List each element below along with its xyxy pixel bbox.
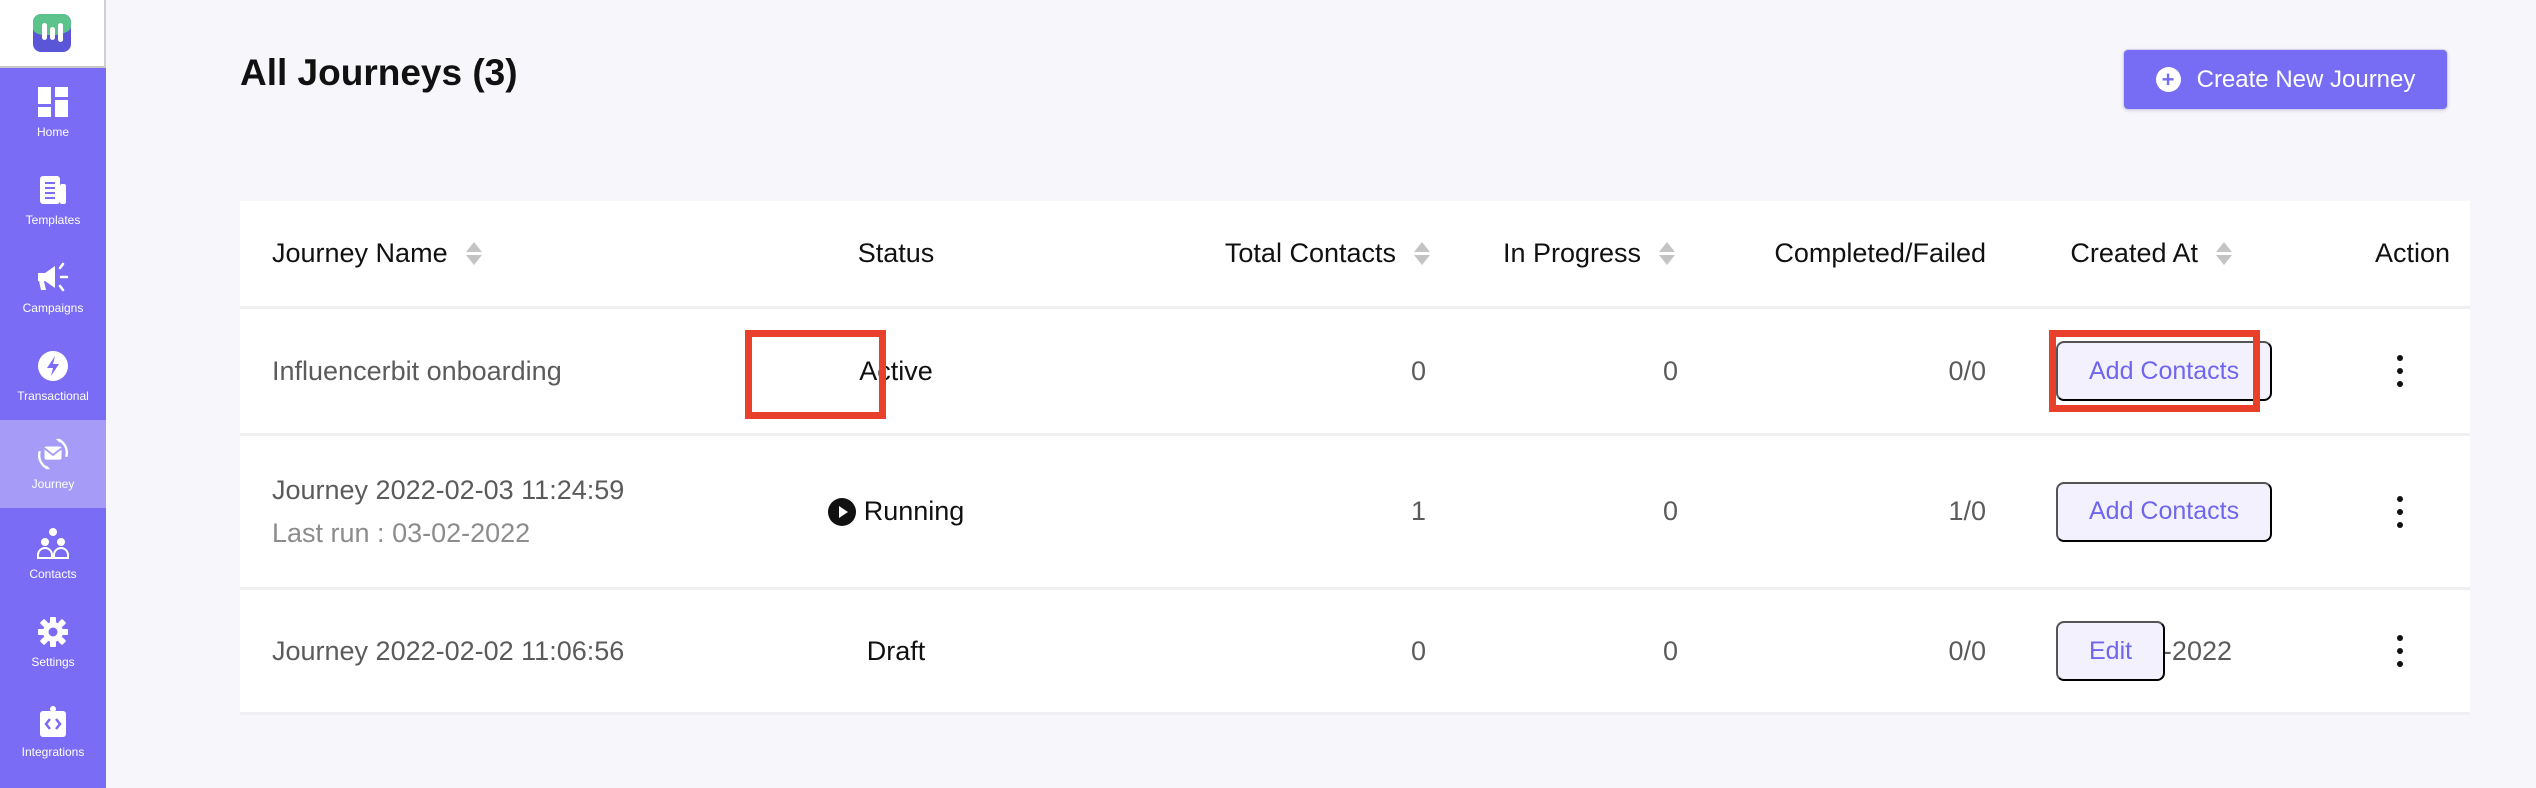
sidebar-item-label: Campaigns — [22, 301, 84, 315]
in-progress: 0 — [1662, 496, 1678, 526]
sidebar-item-label: Contacts — [29, 567, 77, 581]
gear-icon — [36, 615, 70, 649]
contacts-icon — [36, 527, 70, 561]
completed-failed: 1/0 — [1948, 496, 1986, 526]
app-logo[interactable] — [33, 14, 71, 52]
sidebar-item-label: Home — [36, 125, 69, 139]
plus-circle-icon: + — [2155, 67, 2181, 92]
sidebar-item-label: Integrations — [21, 745, 85, 759]
in-progress: 0 — [1662, 635, 1678, 666]
sidebar-item-templates[interactable]: Templates — [0, 156, 106, 244]
total-contacts: 0 — [1410, 635, 1426, 666]
in-progress: 0 — [1662, 355, 1678, 386]
more-options-icon[interactable] — [2388, 351, 2412, 391]
total-contacts: 0 — [1410, 355, 1426, 386]
sidebar-item-contacts[interactable]: Contacts — [0, 510, 106, 598]
sidebar-item-label: Settings — [31, 655, 75, 669]
sort-icon[interactable] — [465, 242, 482, 265]
more-options-icon[interactable] — [2388, 631, 2412, 671]
create-new-journey-button[interactable]: + Create New Journey — [2123, 49, 2448, 110]
templates-icon — [36, 173, 70, 207]
add-contacts-button[interactable]: Add Contacts — [2056, 481, 2273, 542]
create-new-journey-label: Create New Journey — [2196, 65, 2416, 93]
dashboard-icon — [36, 85, 70, 119]
table-row[interactable]: Journey 2022-02-03 11:24:59 Last run : 0… — [240, 436, 2470, 590]
table-header-row: Journey Name Status Total Contacts In Pr… — [240, 201, 2470, 309]
sidebar-item-transactional[interactable]: Transactional — [0, 332, 106, 420]
sort-icon[interactable] — [2216, 242, 2232, 265]
megaphone-icon — [36, 261, 70, 295]
journey-mail-icon — [36, 437, 70, 471]
journey-name[interactable]: Journey 2022-02-02 11:06:56 — [272, 590, 624, 712]
sidebar-item-campaigns[interactable]: Campaigns — [0, 244, 106, 332]
column-header-created-at[interactable]: Created At — [1822, 201, 2232, 306]
more-options-icon[interactable] — [2388, 492, 2412, 532]
completed-failed: 0/0 — [1948, 355, 1986, 386]
sidebar-item-label: Transactional — [17, 389, 89, 403]
column-header-action: Action — [2374, 238, 2450, 268]
sidebar-item-journey[interactable]: Journey — [0, 420, 106, 508]
journeys-table: Journey Name Status Total Contacts In Pr… — [240, 201, 2470, 715]
table-row[interactable]: Influencerbit onboarding Active 0 0 0/0 … — [240, 309, 2470, 436]
play-circle-icon — [827, 497, 856, 526]
journey-name[interactable]: Influencerbit onboarding — [272, 309, 562, 433]
lightning-icon — [36, 349, 70, 383]
column-header-journey-name[interactable]: Journey Name — [272, 201, 482, 306]
last-run-text: Last run : 03-02-2022 — [272, 517, 531, 548]
sidebar-item-home[interactable]: Home — [0, 68, 106, 156]
add-contacts-button[interactable]: Add Contacts — [2056, 341, 2273, 401]
completed-failed: 0/0 — [1948, 635, 1986, 666]
logo-container[interactable] — [0, 0, 106, 68]
sidebar-item-label: Templates — [25, 213, 81, 227]
table-row[interactable]: Journey 2022-02-02 11:06:56 Draft 0 0 0/… — [240, 590, 2470, 715]
edit-button[interactable]: Edit — [2056, 621, 2166, 681]
journey-name[interactable]: Journey 2022-02-03 11:24:59 Last run : 0… — [272, 436, 624, 587]
integrations-icon — [36, 705, 70, 739]
sidebar-item-integrations[interactable]: Integrations — [0, 688, 106, 776]
sidebar-item-label: Journey — [31, 477, 75, 491]
total-contacts: 1 — [1410, 496, 1426, 526]
page-title: All Journeys (3) — [240, 52, 518, 93]
sidebar: Home Templates Campaigns Transactional J… — [0, 0, 106, 788]
sidebar-item-settings[interactable]: Settings — [0, 598, 106, 686]
